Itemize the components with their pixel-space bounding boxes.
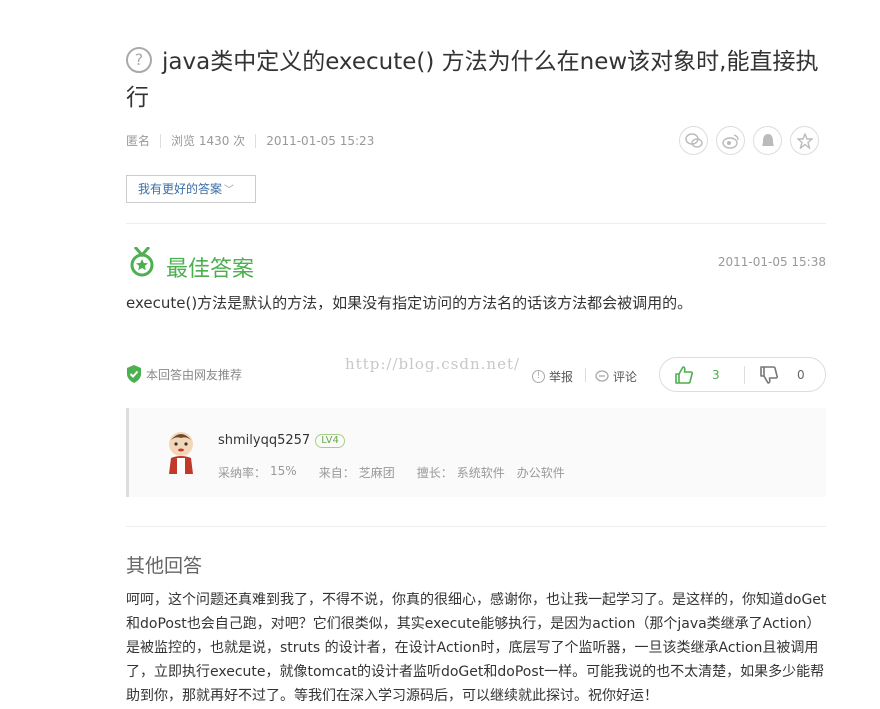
expertise-item[interactable]: 系统软件 [457, 464, 505, 481]
other-answer-text: 呵呵，这个问题还真难到我了，不得不说，你真的很细心，感谢你，也让我一起学习了。是… [126, 592, 827, 704]
expertise-label: 擅长： [416, 466, 453, 480]
better-answer-label: 我有更好的答案 [138, 182, 223, 196]
answerer-name[interactable]: shmilyqq5257 [218, 433, 310, 448]
upvote-count: 3 [712, 367, 720, 382]
qq-icon[interactable] [753, 126, 782, 155]
avatar[interactable] [161, 430, 201, 474]
favorite-icon[interactable] [790, 126, 819, 155]
adopt-rate: 15% [270, 464, 297, 478]
downvote-count: 0 [797, 367, 805, 382]
best-answer-text: execute()方法是默认的方法，如果没有指定访问的方法名的话该方法都会被调用… [126, 294, 693, 312]
adopt-rate-label: 采纳率： [218, 466, 267, 480]
divider [126, 223, 826, 224]
share-bar [679, 126, 819, 155]
thumbs-down-icon [760, 365, 778, 384]
comment-icon [595, 370, 609, 382]
question-views: 浏览 1430 次 [171, 134, 246, 148]
shield-check-icon [127, 365, 141, 383]
recommend-text: 本回答由网友推荐 [146, 367, 243, 382]
upvote-button[interactable]: 3 [660, 365, 744, 385]
best-answer-label: 最佳答案 [166, 257, 255, 282]
divider [160, 133, 162, 148]
other-answers-title: 其他回答 [126, 555, 203, 577]
weibo-icon[interactable] [716, 126, 745, 155]
chevron-down-icon: ﹀ [224, 185, 235, 196]
level-badge: LV4 [315, 433, 345, 448]
report-button[interactable]: ! 举报 [532, 368, 573, 385]
question-author[interactable]: 匿名 [126, 132, 150, 149]
medal-icon [130, 247, 154, 277]
better-answer-button[interactable]: 我有更好的答案 ﹀ [126, 175, 256, 203]
question-circle-icon: ? [126, 46, 152, 73]
watermark: http://blog.csdn.net/ [345, 355, 521, 373]
vote-box: 3 0 [659, 357, 826, 392]
question-time: 2011-01-05 15:23 [266, 133, 375, 148]
from-team[interactable]: 芝麻团 [359, 464, 395, 481]
answerer-card: shmilyqq5257 LV4 采纳率： 15% 来自： 芝麻团 擅长： 系统… [126, 408, 826, 497]
answerer-name-row: shmilyqq5257 LV4 [218, 433, 345, 448]
question-title: java类中定义的execute() 方法为什么在new该对象时,能直接执行 [126, 49, 819, 111]
expertise-item[interactable]: 办公软件 [517, 464, 565, 481]
divider [255, 133, 257, 148]
answerer-meta: 采纳率： 15% 来自： 芝麻团 擅长： 系统软件 办公软件 [218, 464, 565, 481]
comment-label: 评论 [613, 370, 638, 384]
report-label: 举报 [549, 370, 574, 384]
best-answer-time: 2011-01-05 15:38 [717, 255, 826, 269]
thumbs-up-icon [675, 365, 693, 384]
comment-button[interactable]: 评论 [595, 368, 637, 385]
from-label: 来自： [318, 466, 355, 480]
wechat-icon[interactable] [679, 126, 708, 155]
divider [126, 526, 826, 527]
downvote-button[interactable]: 0 [744, 365, 805, 384]
recommend-note: 本回答由网友推荐 [126, 365, 242, 383]
question-title-block: ? java类中定义的execute() 方法为什么在new该对象时,能直接执行 [126, 44, 826, 116]
divider [585, 368, 586, 382]
question-meta: 匿名 浏览 1430 次 2011-01-05 15:23 [126, 132, 374, 149]
report-icon: ! [532, 370, 545, 383]
